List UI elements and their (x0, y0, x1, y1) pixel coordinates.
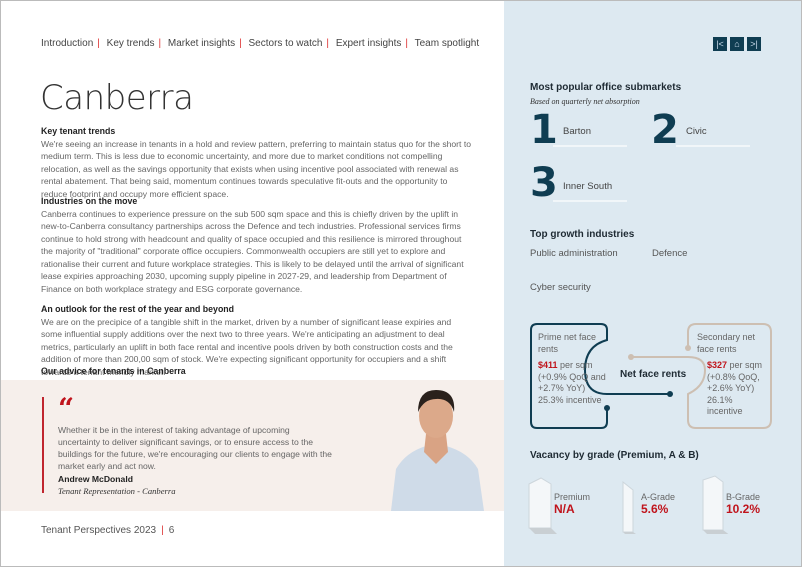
industry-item: Public administration (530, 248, 618, 259)
grade-value: N/A (554, 502, 575, 516)
section-body: We're seeing an increase in tenants in a… (41, 138, 471, 199)
page-number: 6 (168, 525, 175, 536)
secondary-value: $327 (707, 360, 728, 370)
section-heading: Key tenant trends (41, 126, 116, 136)
quote-role: Tenant Representation - Canberra (58, 486, 176, 496)
grade-label: B-Grade (726, 492, 761, 502)
secondary-change: (+0.8% QoQ, +2.6% YoY) (707, 371, 760, 394)
rank-number: 2 (651, 107, 679, 153)
prime-rent: $411 per sqm (+0.9% QoQ and +2.7% YoY) 2… (538, 360, 606, 406)
grade-value: 5.6% (641, 502, 669, 516)
first-page-icon[interactable]: |< (713, 37, 727, 51)
section-advice: Our advice for tenants in Canberra (41, 365, 471, 378)
grade-label: Premium (554, 492, 591, 502)
publication-name: Tenant Perspectives 2023 (41, 525, 157, 536)
industries-heading: Top growth industries (530, 229, 635, 240)
vacancy-heading: Vacancy by grade (Premium, A & B) (530, 450, 699, 461)
author-photo (391, 390, 484, 511)
section-body: Canberra continues to experience pressur… (41, 208, 464, 294)
secondary-label: Secondary net face rents (697, 332, 756, 354)
nav-market-insights[interactable]: Market insights (168, 38, 235, 49)
prime-value: $411 (538, 360, 558, 370)
quote-author: Andrew McDonald (58, 474, 133, 484)
secondary-rent: $327 per sqm (+0.8% QoQ, +2.6% YoY) 26.1… (707, 360, 767, 418)
nav-expert-insights[interactable]: Expert insights (336, 38, 402, 49)
net-face-rents-label: Net face rents (620, 369, 687, 380)
home-icon[interactable]: ⌂ (730, 37, 744, 51)
section-nav: Introduction | Key trends | Market insight… (41, 38, 480, 49)
submarket-name: Barton (553, 126, 627, 147)
nav-team-spotlight[interactable]: Team spotlight (415, 38, 479, 49)
grade-value: 10.2% (726, 502, 761, 516)
grade-label: A-Grade (641, 492, 676, 502)
nav-key-trends[interactable]: Key trends (107, 38, 155, 49)
secondary-incentive: 26.1% incentive (707, 394, 743, 417)
nav-sectors-to-watch[interactable]: Sectors to watch (249, 38, 323, 49)
section-heading: An outlook for the rest of the year and … (41, 304, 235, 314)
quote-mark-icon: “ (58, 392, 75, 425)
prime-change: (+0.9% QoQ and +2.7% YoY) (538, 371, 606, 394)
prime-unit: per sqm (557, 360, 593, 370)
section-key-tenant-trends: Key tenant trends We're seeing an increas… (41, 125, 471, 200)
submarket-name: Inner South (553, 181, 627, 202)
last-page-icon[interactable]: >| (747, 37, 761, 51)
secondary-unit: per sqm (727, 360, 763, 370)
section-industries: Industries on the move Canberra continues… (41, 195, 471, 295)
footer: Tenant Perspectives 2023 | 6 (41, 525, 175, 536)
prime-incentive: 25.3% incentive (538, 394, 602, 405)
prime-label: Prime net face rents (538, 332, 597, 354)
industry-item: Defence (652, 248, 688, 259)
quote-bar (42, 397, 44, 493)
section-heading: Industries on the move (41, 196, 138, 206)
page-title: Canberra (40, 78, 194, 118)
a-grade-building-icon (622, 480, 636, 534)
premium-building-icon (528, 477, 557, 534)
nav-introduction[interactable]: Introduction (41, 38, 93, 49)
quote-text: Whether it be in the interest of taking … (58, 425, 332, 471)
submarkets-heading: Most popular office submarkets (530, 82, 682, 93)
submarket-name: Civic (676, 126, 750, 147)
section-heading: Our advice for tenants in Canberra (41, 366, 186, 376)
submarkets-subheading: Based on quarterly net absorption (530, 97, 640, 106)
industry-item: Cyber security (530, 282, 591, 293)
page-nav: |< ⌂ >| (713, 37, 761, 51)
